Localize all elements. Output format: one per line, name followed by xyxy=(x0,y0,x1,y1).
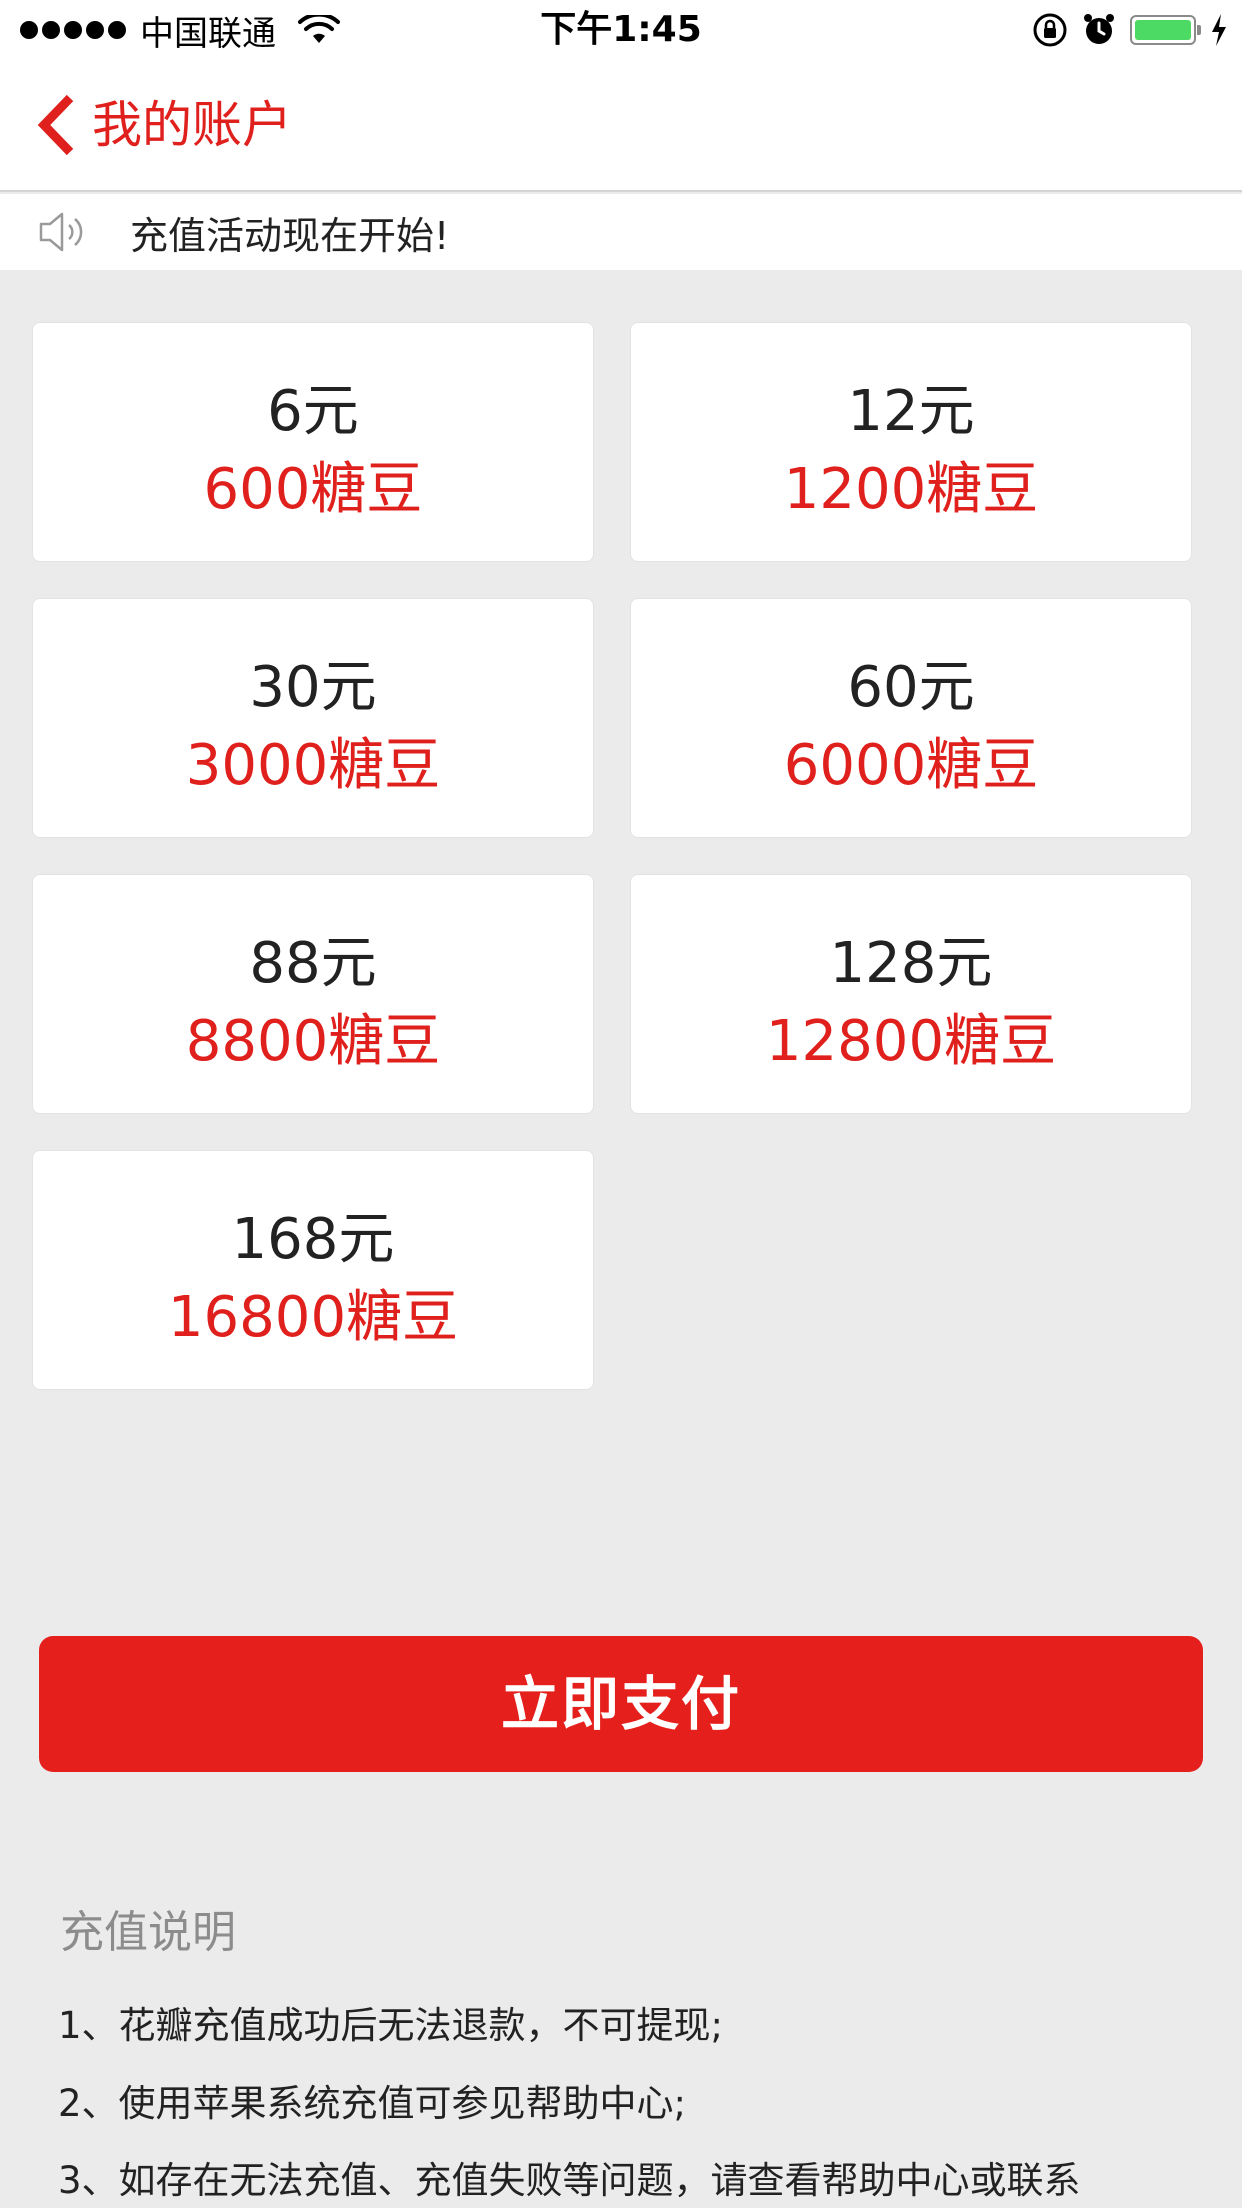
package-price: 6元 xyxy=(267,379,359,444)
package-beans: 12800糖豆 xyxy=(765,1009,1057,1074)
page-title: 我的账户 xyxy=(92,96,292,154)
package-price: 60元 xyxy=(847,655,975,720)
package-card-88[interactable]: 88元 8800糖豆 xyxy=(32,874,594,1114)
battery-icon xyxy=(1130,15,1201,45)
orientation-lock-icon xyxy=(1033,13,1067,47)
status-right xyxy=(1032,10,1228,50)
instructions-title: 充值说明 xyxy=(60,1907,236,1958)
nav-bar: 我的账户 xyxy=(0,60,1242,192)
charging-bolt-icon xyxy=(1212,14,1226,46)
package-price: 88元 xyxy=(249,931,377,996)
alarm-icon xyxy=(1084,14,1114,44)
package-beans: 1200糖豆 xyxy=(783,457,1039,522)
package-card-60[interactable]: 60元 6000糖豆 xyxy=(630,598,1192,838)
package-beans: 8800糖豆 xyxy=(185,1009,441,1074)
package-price: 168元 xyxy=(231,1207,395,1272)
speaker-icon xyxy=(39,212,83,252)
package-card-168[interactable]: 168元 16800糖豆 xyxy=(32,1150,594,1390)
package-beans: 16800糖豆 xyxy=(167,1285,459,1350)
chevron-left-icon xyxy=(37,94,74,156)
battery-fill xyxy=(1135,20,1191,40)
package-beans: 3000糖豆 xyxy=(185,733,441,798)
status-bar: 中国联通 下午1:45 xyxy=(0,0,1242,60)
notice-bar: 充值活动现在开始! xyxy=(0,194,1242,270)
package-price: 128元 xyxy=(829,931,993,996)
instruction-item: 3、如存在无法充值、充值失败等问题，请查看帮助中心或联系 xyxy=(58,2159,1081,2202)
notice-text: 充值活动现在开始! xyxy=(130,213,450,258)
back-button[interactable]: 我的账户 xyxy=(34,90,292,160)
package-card-128[interactable]: 128元 12800糖豆 xyxy=(630,874,1192,1114)
instruction-item: 2、使用苹果系统充值可参见帮助中心; xyxy=(58,2082,687,2125)
instruction-item: 1、花瓣充值成功后无法退款，不可提现; xyxy=(58,2004,724,2047)
package-beans: 600糖豆 xyxy=(203,457,423,522)
package-card-30[interactable]: 30元 3000糖豆 xyxy=(32,598,594,838)
package-beans: 6000糖豆 xyxy=(783,733,1039,798)
package-card-6[interactable]: 6元 600糖豆 xyxy=(32,322,594,562)
package-price: 12元 xyxy=(847,379,975,444)
package-price: 30元 xyxy=(249,655,377,720)
package-card-12[interactable]: 12元 1200糖豆 xyxy=(630,322,1192,562)
pay-now-button[interactable]: 立即支付 xyxy=(39,1636,1203,1772)
